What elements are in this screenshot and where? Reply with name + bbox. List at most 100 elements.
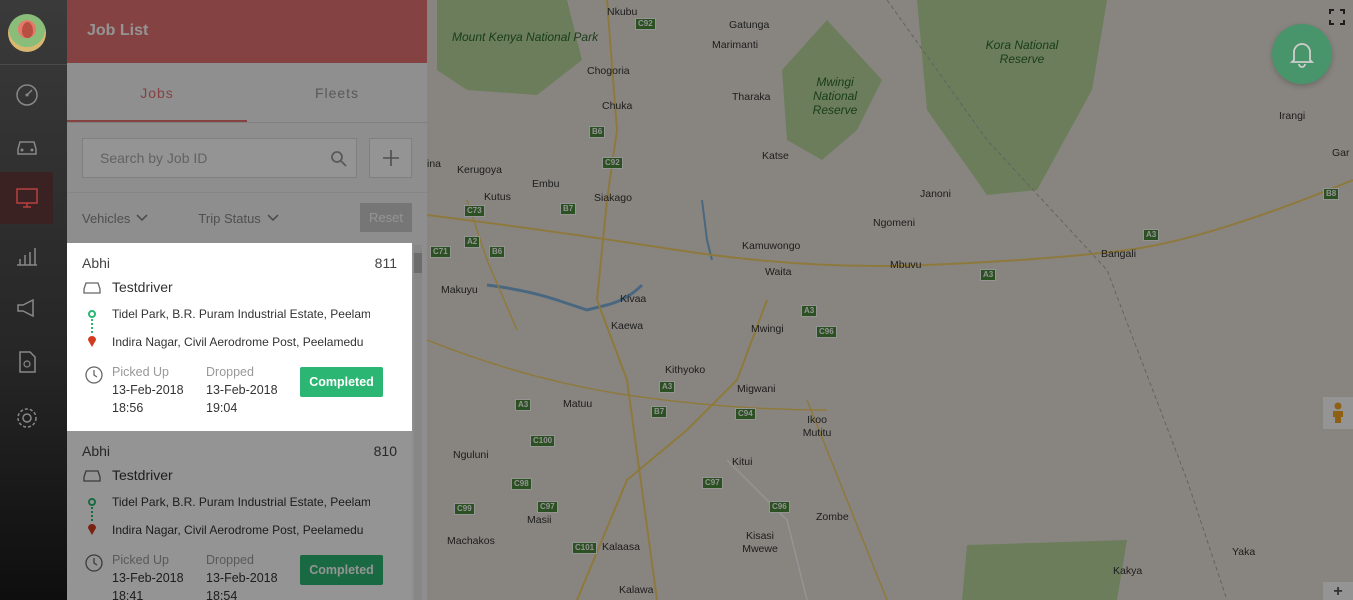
tab-jobs[interactable]: Jobs xyxy=(67,63,247,122)
timer-icon xyxy=(82,551,112,578)
job-card-header: Abhi 810 xyxy=(82,443,397,459)
customer-name: Abhi xyxy=(82,255,111,271)
pegman-icon xyxy=(1333,402,1343,423)
add-job-button[interactable] xyxy=(369,138,412,178)
place-label: Kithyoko xyxy=(665,364,706,376)
picked-up-date: 13-Feb-2018 xyxy=(112,571,184,585)
picked-up-time: 18:56 xyxy=(112,401,144,415)
dropped-time: 19:04 xyxy=(206,401,238,415)
chevron-down-icon xyxy=(136,214,148,222)
road-shield: C99 xyxy=(454,503,475,515)
search-row xyxy=(67,123,427,193)
drop-address: Indira Nagar, Civil Aerodrome Post, Peel… xyxy=(112,523,364,537)
park-label: Mwingi National Reserve xyxy=(812,75,858,117)
scrollbar-thumb[interactable] xyxy=(414,253,422,273)
search-input[interactable] xyxy=(83,139,357,177)
tab-bar: Jobs Fleets xyxy=(67,63,427,123)
status-badge[interactable]: Completed xyxy=(300,367,383,397)
road-shield: C97 xyxy=(537,501,558,513)
megaphone-icon xyxy=(16,298,34,318)
vehicles-filter[interactable]: Vehicles xyxy=(82,211,148,226)
place-label: Yaka xyxy=(1232,546,1256,558)
pickup-dot-icon xyxy=(88,498,96,506)
place-label: Matuu xyxy=(563,398,593,410)
car-icon xyxy=(83,282,101,294)
status-badge[interactable]: Completed xyxy=(300,555,383,585)
nav-item-reports[interactable] xyxy=(0,230,53,282)
place-label: Mbuvu xyxy=(890,259,922,271)
fullscreen-icon[interactable] xyxy=(1329,9,1345,25)
place-label: Nkubu xyxy=(607,6,638,18)
route-line xyxy=(91,507,93,521)
place-label: Gar xyxy=(1332,147,1350,159)
place-label: Janoni xyxy=(920,188,951,200)
place-label: Masii xyxy=(527,514,552,526)
job-card[interactable]: Abhi 810 Testdriver Tidel Park, B.R. Pur… xyxy=(67,431,412,600)
highlighted-job-card[interactable]: Abhi 811 Testdriver Tidel Park, B.R. Pur… xyxy=(67,243,412,431)
place-label: Kerugoya xyxy=(457,164,502,176)
vehicles-filter-label: Vehicles xyxy=(82,210,131,226)
trip-status-filter[interactable]: Trip Status xyxy=(198,211,279,226)
reset-button[interactable]: Reset xyxy=(360,203,412,232)
scrollbar[interactable] xyxy=(414,245,422,600)
nav-item-settings[interactable] xyxy=(0,392,53,444)
driver-row: Testdriver xyxy=(82,467,397,483)
dropped-time: 18:54 xyxy=(206,589,238,600)
road-shield: C71 xyxy=(430,246,451,258)
times-row: Picked Up 13-Feb-2018 18:56 Dropped 13-F… xyxy=(82,363,397,417)
dropped-label: Dropped xyxy=(206,553,254,567)
place-label: Bangali xyxy=(1101,248,1137,260)
nav-item-live-tracking[interactable] xyxy=(0,172,53,224)
left-nav xyxy=(0,0,67,600)
street-view-pegman[interactable] xyxy=(1323,397,1353,429)
map-view[interactable]: Mount Kenya National Park Kora National … xyxy=(427,0,1353,600)
nav-divider xyxy=(0,64,67,65)
timer-icon xyxy=(82,363,112,390)
picked-up-column: Picked Up 13-Feb-2018 18:56 xyxy=(112,363,206,417)
tab-fleets[interactable]: Fleets xyxy=(247,63,427,122)
road-shield: C94 xyxy=(735,408,756,420)
nav-item-vehicles[interactable] xyxy=(0,120,53,172)
driver-row: Testdriver xyxy=(82,279,397,295)
drop-address: Indira Nagar, Civil Aerodrome Post, Peel… xyxy=(112,335,364,349)
road-shield: C73 xyxy=(464,205,485,217)
chevron-down-icon xyxy=(267,214,279,222)
road-shield: C92 xyxy=(635,18,656,30)
bar-chart-icon xyxy=(16,248,37,266)
road-shield: C92 xyxy=(602,157,623,169)
dropped-label: Dropped xyxy=(206,365,254,379)
notification-button[interactable] xyxy=(1272,24,1332,84)
nav-item-dashboard[interactable] xyxy=(0,68,53,120)
place-label: Waita xyxy=(765,266,792,278)
road-shield: A3 xyxy=(801,305,818,317)
dropped-column: Dropped 13-Feb-2018 18:54 xyxy=(206,551,300,600)
nav-item-documents[interactable] xyxy=(0,336,53,388)
pickup-address: Tidel Park, B.R. Puram Industrial Estate… xyxy=(112,307,370,321)
car-icon xyxy=(83,470,101,482)
speedometer-icon xyxy=(15,84,38,106)
pickup-dot-icon xyxy=(88,310,96,318)
nav-item-announcements[interactable] xyxy=(0,282,53,334)
route-line xyxy=(91,319,93,333)
road-shield: A2 xyxy=(464,236,481,248)
place-label: Kalawa xyxy=(619,584,654,596)
place-label: Kaewa xyxy=(611,320,644,332)
road-shield: B7 xyxy=(651,406,668,418)
place-label: Zombe xyxy=(816,511,849,523)
panel-title: Job List xyxy=(67,0,427,63)
search-icon[interactable] xyxy=(330,150,348,168)
route: Tidel Park, B.R. Puram Industrial Estate… xyxy=(82,489,397,545)
road-shield: C101 xyxy=(572,542,598,554)
dropped-date: 13-Feb-2018 xyxy=(206,383,278,397)
place-label: Machakos xyxy=(447,535,495,547)
place-label: Embu xyxy=(532,178,560,190)
place-label: Siakago xyxy=(594,192,632,204)
place-label: Kisasi Mwewe xyxy=(742,530,778,555)
map-canvas xyxy=(427,0,1353,600)
app-logo[interactable] xyxy=(8,14,46,52)
road-shield: B6 xyxy=(489,246,506,258)
zoom-in-button[interactable]: + xyxy=(1323,582,1353,600)
filter-bar: Vehicles Trip Status Reset xyxy=(67,193,427,243)
road-shield: A3 xyxy=(980,269,997,281)
plus-icon xyxy=(382,150,399,166)
